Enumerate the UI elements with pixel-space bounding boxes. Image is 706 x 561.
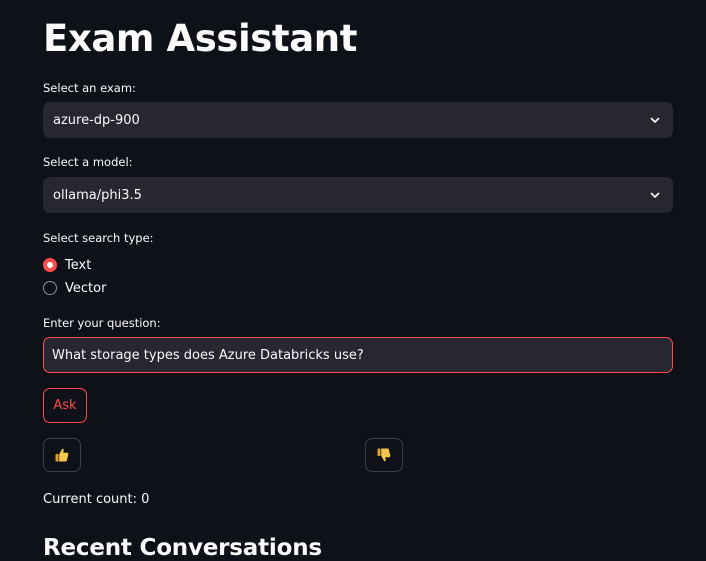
model-select-value: ollama/phi3.5 <box>53 187 142 203</box>
exam-select-label: Select an exam: <box>43 81 136 95</box>
thumbs-up-button[interactable] <box>43 438 81 472</box>
radio-unselected-icon <box>43 281 57 295</box>
ask-button[interactable]: Ask <box>43 388 87 423</box>
radio-selected-icon <box>43 258 57 272</box>
thumbs-up-icon <box>55 448 69 462</box>
app-root: Exam Assistant Select an exam: azure-dp-… <box>0 0 706 561</box>
radio-option-label: Vector <box>65 280 107 296</box>
radio-option-label: Text <box>65 257 92 273</box>
search-type-label: Select search type: <box>43 231 154 245</box>
thumbs-down-icon <box>377 448 391 462</box>
current-count: Current count: 0 <box>43 492 150 507</box>
model-select[interactable]: ollama/phi3.5 <box>43 177 673 213</box>
chevron-down-icon <box>650 117 660 123</box>
page-title: Exam Assistant <box>43 17 358 60</box>
recent-conversations-heading: Recent Conversations <box>43 535 322 561</box>
radio-option-vector[interactable]: Vector <box>43 279 106 297</box>
thumbs-down-button[interactable] <box>365 438 403 472</box>
exam-select-value: azure-dp-900 <box>53 112 140 128</box>
question-input[interactable] <box>43 337 673 373</box>
question-label: Enter your question: <box>43 316 161 330</box>
radio-option-text[interactable]: Text <box>43 256 91 274</box>
model-select-label: Select a model: <box>43 155 133 169</box>
chevron-down-icon <box>650 192 660 198</box>
exam-select[interactable]: azure-dp-900 <box>43 102 673 138</box>
